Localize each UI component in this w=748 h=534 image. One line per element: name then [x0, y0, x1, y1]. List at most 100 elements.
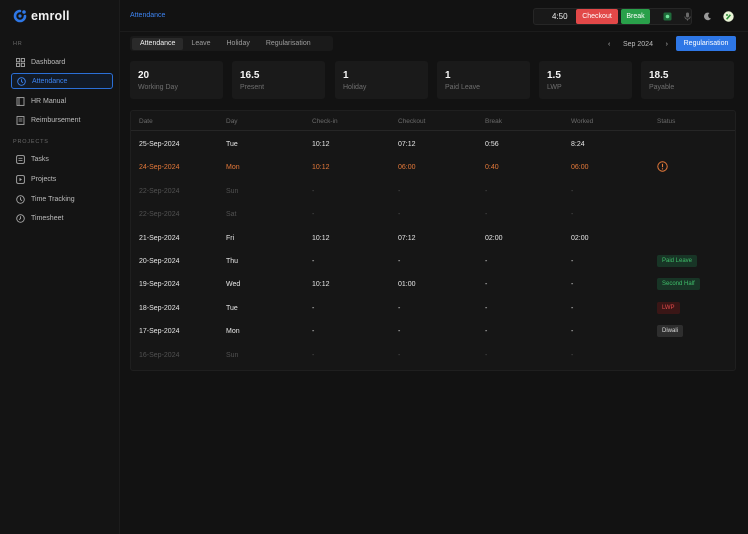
tab-regularisation[interactable]: Regularisation: [258, 38, 319, 50]
cell-day: Tue: [226, 141, 238, 148]
calendar-icon: [16, 213, 25, 223]
stat-label: Paid Leave: [445, 84, 481, 91]
tab-holiday[interactable]: Holiday: [219, 38, 258, 50]
cell-checkout: 06:00: [398, 164, 416, 172]
cell-worked: -: [571, 351, 574, 359]
cell-date: 18-Sep-2024: [139, 304, 180, 312]
table-row[interactable]: 20-Sep-2024 Thu - - - - Paid Leave: [131, 250, 735, 273]
cell-date: 19-Sep-2024: [139, 281, 180, 289]
table-header: Date Day Check-in Checkout Break Worked …: [131, 111, 735, 131]
sidebar-item-hr-manual[interactable]: HR Manual: [11, 93, 113, 109]
stat-label: LWP: [547, 84, 562, 91]
folder-icon: [16, 174, 25, 184]
stat-value: 1: [445, 70, 451, 81]
breadcrumb[interactable]: Attendance: [130, 12, 165, 19]
cell-checkout: -: [398, 351, 401, 359]
cell-worked: -: [571, 328, 574, 336]
break-button[interactable]: Break: [621, 9, 650, 24]
cell-checkout: 07:12: [398, 234, 416, 242]
sidebar-item-projects[interactable]: Projects: [11, 171, 113, 187]
table-row[interactable]: 22-Sep-2024 Sat - - - -: [131, 203, 735, 226]
status-badge: Paid Leave: [657, 255, 698, 267]
cell-checkin: -: [312, 328, 315, 336]
table-row[interactable]: 21-Sep-2024 Fri 10:12 07:12 02:00 02:00: [131, 227, 735, 250]
sidebar-item-label: Timesheet: [31, 214, 64, 222]
sidebar-item-tasks[interactable]: Tasks: [11, 151, 113, 167]
stat-value: 20: [138, 70, 150, 81]
cell-worked: 06:00: [571, 164, 589, 172]
status-badge: Diwali: [657, 325, 684, 338]
regularisation-button[interactable]: Regularisation: [676, 36, 736, 51]
dark-mode-moon-icon[interactable]: [703, 12, 712, 21]
next-month-button[interactable]: ›: [666, 41, 668, 48]
cell-checkin: -: [312, 211, 315, 219]
stat-card-lwp: 1.5 LWP: [539, 61, 632, 99]
book-icon: [16, 96, 25, 106]
warning-icon[interactable]: [657, 161, 668, 173]
sidebar-item-time-tracking[interactable]: Time Tracking: [11, 191, 113, 207]
table-row[interactable]: 25-Sep-2024 Tue 10:12 07:12 0:56 8:24: [131, 133, 735, 156]
stat-card-holiday: 1 Holiday: [335, 61, 428, 99]
sidebar-item-label: Time Tracking: [31, 195, 75, 203]
cell-break: -: [485, 281, 488, 289]
cell-checkout: 07:12: [398, 141, 416, 148]
sidebar-item-label: Dashboard: [31, 58, 66, 66]
cell-checkin: -: [312, 304, 315, 312]
sidebar: emroll HR Dashboard Attendance HR Manual…: [0, 0, 120, 534]
user-avatar[interactable]: [723, 11, 734, 22]
cell-break: 0:40: [485, 164, 499, 172]
cell-worked: 02:00: [571, 234, 589, 242]
table-row[interactable]: 17-Sep-2024 Mon - - - - Diwali: [131, 320, 735, 343]
checkout-button[interactable]: Checkout: [576, 9, 618, 24]
cell-checkout: -: [398, 258, 401, 265]
stat-label: Holiday: [343, 84, 367, 91]
column-header-status[interactable]: Status: [657, 118, 675, 125]
stat-value: 16.5: [240, 70, 260, 81]
stat-card-paid-leave: 1 Paid Leave: [437, 61, 530, 99]
stat-value: 1: [343, 70, 349, 81]
cell-day: Sat: [226, 211, 237, 219]
column-header-checkin[interactable]: Check-in: [312, 118, 338, 125]
cell-day: Fri: [226, 234, 235, 242]
status-badge: LWP: [657, 301, 680, 314]
microphone-icon[interactable]: [683, 12, 692, 21]
table-row[interactable]: 22-Sep-2024 Sun - - - -: [131, 180, 735, 203]
status-badge: Second Half: [657, 278, 700, 291]
sidebar-item-timesheet[interactable]: Timesheet: [11, 210, 113, 226]
table-row[interactable]: 19-Sep-2024 Wed 10:12 01:00 - - Second Half: [131, 273, 735, 296]
cell-checkout: 01:00: [398, 281, 416, 289]
table-row[interactable]: 18-Sep-2024 Tue - - - - LWP: [131, 297, 735, 320]
cell-break: -: [485, 304, 488, 312]
sidebar-item-reimbursement[interactable]: Reimbursement: [11, 112, 113, 128]
cell-checkout: -: [398, 187, 401, 195]
clock-icon: [16, 194, 25, 204]
stat-value: 18.5: [649, 70, 669, 81]
attendance-table: Date Day Check-in Checkout Break Worked …: [130, 110, 736, 371]
column-header-date[interactable]: Date: [139, 118, 153, 125]
cell-checkout: -: [398, 304, 401, 312]
sidebar-item-label: Tasks: [31, 155, 49, 163]
brand-logo[interactable]: emroll: [12, 8, 70, 24]
column-header-checkout[interactable]: Checkout: [398, 118, 425, 125]
top-bar: Attendance 4:50 Checkout Break: [120, 0, 748, 32]
cell-break: -: [485, 187, 488, 195]
stat-card-working-day: 20 Working Day: [130, 61, 223, 99]
prev-month-button[interactable]: ‹: [608, 41, 610, 48]
table-row[interactable]: 16-Sep-2024 Sun - - - -: [131, 344, 735, 367]
tab-attendance[interactable]: Attendance: [132, 37, 184, 50]
cell-worked: -: [571, 211, 574, 219]
column-header-break[interactable]: Break: [485, 118, 502, 125]
table-row[interactable]: 24-Sep-2024 Mon 10:12 06:00 0:40 06:00: [131, 156, 735, 179]
view-tabs: Attendance Leave Holiday Regularisation: [130, 36, 333, 51]
tab-leave[interactable]: Leave: [183, 38, 218, 50]
column-header-worked[interactable]: Worked: [571, 118, 593, 125]
section-label-projects: PROJECTS: [13, 139, 49, 145]
cell-checkin: 10:12: [312, 281, 330, 289]
sidebar-item-dashboard[interactable]: Dashboard: [11, 54, 113, 70]
column-header-day[interactable]: Day: [226, 118, 238, 125]
cell-checkin: 10:12: [312, 141, 330, 148]
status-dot-icon[interactable]: [663, 12, 672, 21]
sidebar-item-label: Attendance: [32, 77, 68, 85]
brand-name: emroll: [31, 9, 70, 23]
sidebar-item-attendance[interactable]: Attendance: [11, 73, 113, 89]
